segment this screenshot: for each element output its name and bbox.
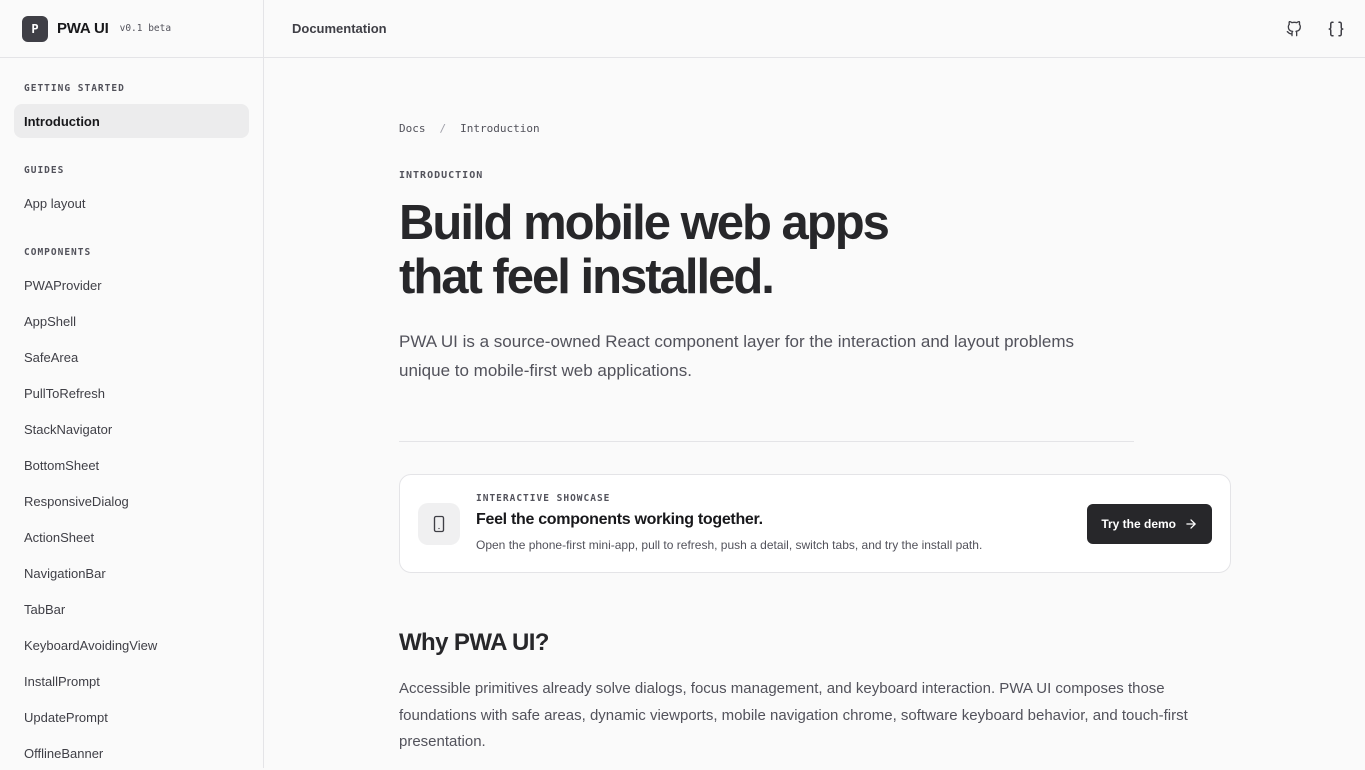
try-demo-label: Try the demo — [1101, 517, 1176, 531]
sidebar-item-installprompt[interactable]: InstallPrompt — [14, 664, 249, 698]
showcase-card: INTERACTIVE SHOWCASE Feel the components… — [399, 474, 1231, 573]
showcase-eyebrow: INTERACTIVE SHOWCASE — [476, 493, 611, 504]
breadcrumb-current: Introduction — [460, 121, 540, 135]
why-heading: Why PWA UI? — [399, 629, 549, 656]
hero-lede: PWA UI is a source-owned React component… — [399, 332, 1074, 380]
sidebar-item-responsivedialog[interactable]: ResponsiveDialog — [14, 484, 249, 518]
sidebar-nav: GETTING STARTED Introduction GUIDES App lay… — [0, 83, 263, 770]
sidebar-item-navigationbar[interactable]: NavigationBar — [14, 556, 249, 590]
sidebar-item-stacknavigator[interactable]: StackNavigator — [14, 412, 249, 446]
why-body: Accessible primitives already solve dial… — [399, 680, 1188, 750]
brand-name: PWA UI — [57, 20, 109, 37]
hero-eyebrow: INTRODUCTION — [399, 170, 484, 181]
brand[interactable]: P PWA UI v0.1 beta — [0, 0, 263, 58]
title-line-2: that feel installed. — [399, 250, 775, 304]
page-title: Build mobile web apps that feel installe… — [399, 196, 1231, 304]
arrow-right-icon — [1186, 519, 1196, 529]
sidebar-item-pulltorefresh[interactable]: PullToRefresh — [14, 376, 249, 410]
showcase-description: Open the phone-first mini-app, pull to r… — [476, 538, 983, 552]
sidebar-item-keyboardavoidingview[interactable]: KeyboardAvoidingView — [14, 628, 249, 662]
logo: P — [22, 15, 48, 42]
main-content: Docs / Introduction INTRODUCTION Build m… — [399, 58, 1231, 756]
sidebar-item-introduction[interactable]: Introduction — [14, 104, 249, 138]
sidebar-section-label: COMPONENTS — [24, 247, 92, 258]
sidebar-item-bottomsheet[interactable]: BottomSheet — [14, 448, 249, 482]
sidebar-item-safearea[interactable]: SafeArea — [14, 340, 249, 374]
braces-icon[interactable] — [1321, 14, 1351, 44]
sidebar-section-label: GUIDES — [24, 165, 65, 176]
sidebar-item-updateprompt[interactable]: UpdatePrompt — [14, 700, 249, 734]
sidebar-section-label: GETTING STARTED — [24, 83, 125, 94]
sidebar-item-actionsheet[interactable]: ActionSheet — [14, 520, 249, 554]
sidebar: P PWA UI v0.1 beta GETTING STARTED Introd… — [0, 0, 264, 768]
breadcrumb-separator: / — [439, 121, 447, 135]
sidebar-item-tabbar[interactable]: TabBar — [14, 592, 249, 626]
smartphone-icon — [418, 503, 460, 545]
sidebar-item-app-layout[interactable]: App layout — [14, 186, 249, 220]
title-line-1: Build mobile web apps — [399, 196, 890, 250]
sidebar-item-pwaprovider[interactable]: PWAProvider — [14, 268, 249, 302]
sidebar-item-appshell[interactable]: AppShell — [14, 304, 249, 338]
topbar: Documentation — [264, 0, 1365, 58]
showcase-title: Feel the components working together. — [476, 511, 763, 528]
sidebar-item-offlinebanner[interactable]: OfflineBanner — [14, 736, 249, 770]
breadcrumb-docs[interactable]: Docs — [399, 122, 426, 135]
divider — [399, 441, 1134, 442]
github-icon[interactable] — [1279, 14, 1309, 44]
version-badge: v0.1 beta — [119, 23, 172, 34]
try-demo-button[interactable]: Try the demo — [1087, 504, 1212, 544]
topbar-title[interactable]: Documentation — [292, 21, 387, 36]
breadcrumb: Docs / Introduction — [399, 121, 1231, 135]
